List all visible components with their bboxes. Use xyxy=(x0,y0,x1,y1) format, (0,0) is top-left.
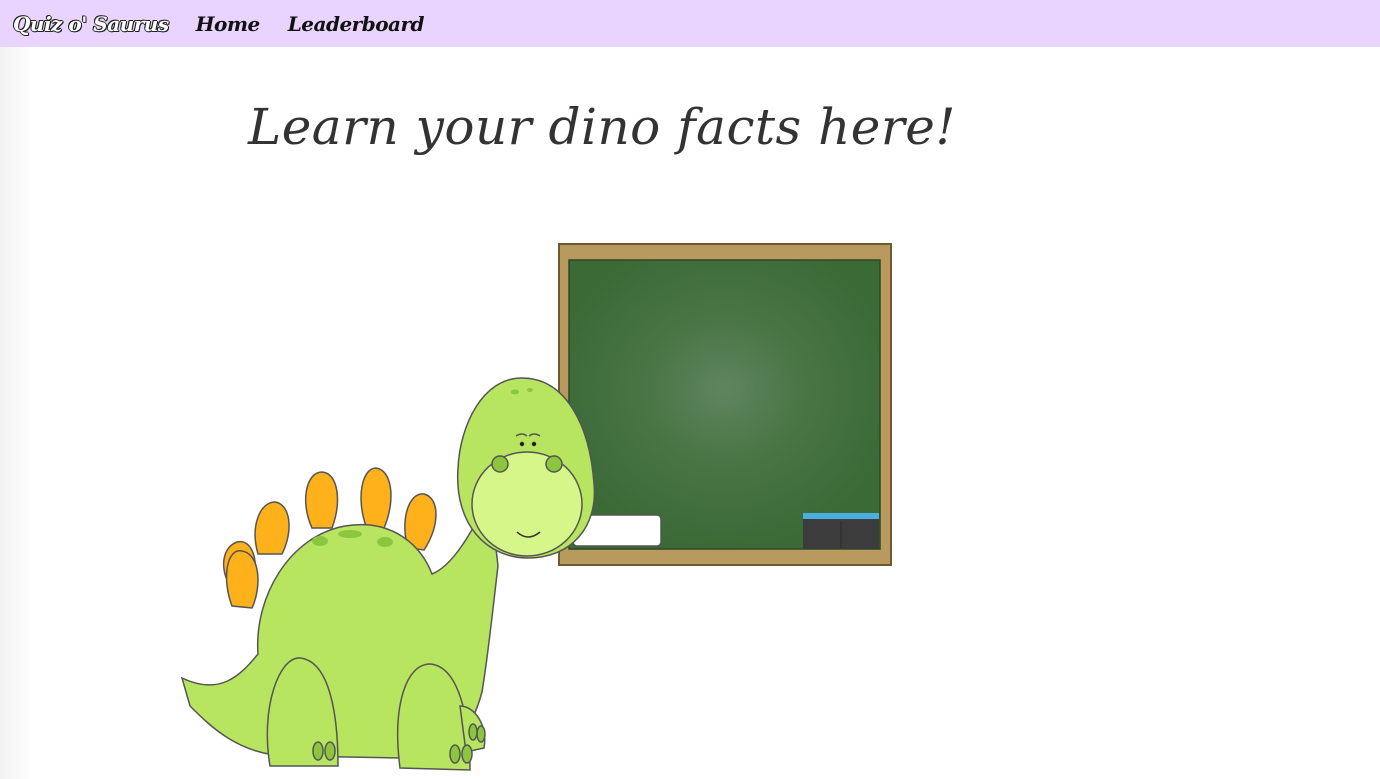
dinosaur xyxy=(180,377,596,771)
nav-leaderboard-link[interactable]: Leaderboard xyxy=(288,12,425,36)
brand-link[interactable]: Quiz o' Saurus xyxy=(13,12,169,36)
dino-chalkboard-illustration xyxy=(180,243,892,771)
top-navbar: Quiz o' Saurus Home Leaderboard xyxy=(0,0,1380,47)
page: Quiz o' Saurus Home Leaderboard Learn yo… xyxy=(0,0,1380,779)
nav-home-link[interactable]: Home xyxy=(196,12,261,36)
page-edge-shadow xyxy=(0,47,36,779)
page-headline: Learn your dino facts here! xyxy=(248,98,956,156)
chalkboard xyxy=(558,243,892,566)
eraser xyxy=(803,513,879,549)
